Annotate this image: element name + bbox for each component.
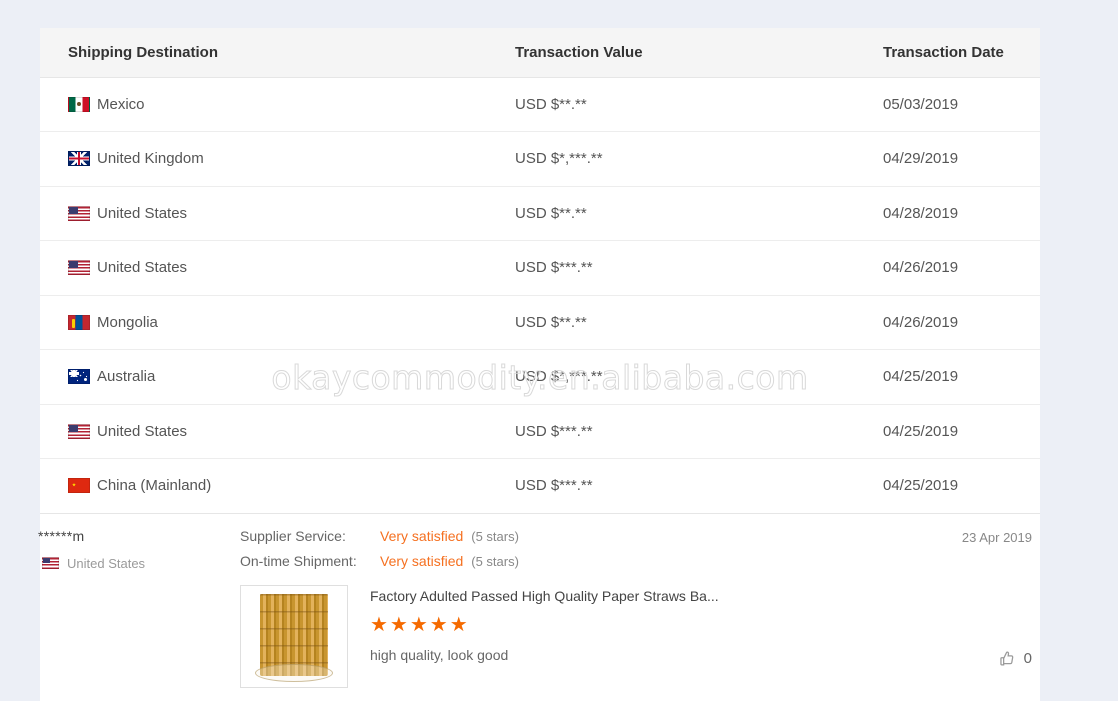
table-body: Mexico USD $**.** 05/03/2019 United Kingdom… [40,77,1040,514]
rating-row: On-time Shipment: Very satisfied (5 stars) [240,553,910,569]
transaction-history-table: Shipping Destination Transaction Value T… [40,28,1040,514]
cell-shipping-destination: United States [40,240,477,296]
reviewer-panel: ******m United States [38,527,240,688]
rating-row: Supplier Service: Very satisfied (5 stars) [240,528,910,544]
table-row: Australia USD $*,***.** 04/25/2019 [40,349,1040,405]
us-flag-icon [68,260,90,276]
thumbs-up-icon[interactable] [997,649,1016,668]
product-details: Factory Adulted Passed High Quality Pape… [370,585,910,688]
rating-list: Supplier Service: Very satisfied (5 stars)… [240,528,910,569]
cell-transaction-date: 04/25/2019 [879,349,1040,405]
product-title-link[interactable]: Factory Adulted Passed High Quality Pape… [370,587,910,605]
cell-shipping-destination: United Kingdom [40,131,477,187]
mx-flag-icon [68,96,90,112]
rating-value: Very satisfied [380,527,464,544]
destination-label: Mongolia [97,313,158,331]
review-date: 23 Apr 2019 [961,529,1032,545]
page-root: Shipping Destination Transaction Value T… [0,0,1118,701]
table-row: United States USD $***.** 04/25/2019 [40,404,1040,459]
table-header: Shipping Destination Transaction Value T… [40,28,1040,78]
cell-transaction-value: USD $***.** [477,458,879,514]
product-thumbnail[interactable] [240,584,348,688]
destination-label: United Kingdom [97,150,204,168]
reviewer-country-label: United States [67,555,146,571]
table-row: United Kingdom USD $*,***.** 04/29/2019 [40,131,1040,187]
destination-label: United States [97,422,188,440]
cell-shipping-destination: China (Mainland) [40,458,477,514]
review-comment: high quality, look good [370,646,509,663]
rating-note: (5 stars) [471,553,519,569]
column-header-transaction-date: Transaction Date [879,28,1040,78]
like-count: 0 [1023,649,1032,667]
table-row: Mongolia USD $**.** 04/26/2019 [40,295,1040,350]
rating-note: (5 stars) [471,528,519,544]
cell-transaction-date: 04/25/2019 [879,404,1040,459]
cell-transaction-date: 04/25/2019 [879,458,1040,514]
rating-label: On-time Shipment: [240,552,357,569]
column-header-shipping-destination: Shipping Destination [40,28,477,78]
us-flag-icon [42,557,59,569]
review-like-control[interactable]: 0 [997,649,1032,668]
cell-transaction-date: 04/26/2019 [879,295,1040,350]
reviewer-country: United States [42,556,240,571]
cell-shipping-destination: Mongolia [40,295,477,350]
paper-straws-image [255,593,333,682]
destination-label: United States [97,259,188,277]
mn-flag-icon [68,314,90,330]
cell-transaction-value: USD $**.** [477,186,879,241]
table-header-row: Shipping Destination Transaction Value T… [40,28,1040,78]
cell-transaction-date: 04/29/2019 [879,131,1040,187]
destination-label: Australia [97,368,156,386]
cell-shipping-destination: Australia [40,349,477,405]
us-flag-icon [68,423,90,439]
cell-transaction-value: USD $**.** [477,77,879,132]
transactions-card: Shipping Destination Transaction Value T… [38,28,1040,701]
cell-shipping-destination: United States [40,186,477,241]
table-row: United States USD $**.** 04/28/2019 [40,186,1040,241]
cell-transaction-value: USD $*,***.** [477,131,879,187]
review-content: Supplier Service: Very satisfied (5 stars)… [240,528,920,688]
cell-transaction-date: 04/26/2019 [879,240,1040,296]
cell-transaction-date: 05/03/2019 [879,77,1040,132]
au-flag-icon [68,369,90,385]
customer-review: ******m United States Supplier Service: V… [38,514,1040,688]
rating-label: Supplier Service: [240,527,346,544]
table-row: United States USD $***.** 04/26/2019 [40,240,1040,296]
reviewed-product: Factory Adulted Passed High Quality Pape… [240,584,910,688]
destination-label: United States [97,204,188,222]
cell-transaction-date: 04/28/2019 [879,186,1040,241]
cell-transaction-value: USD $***.** [477,240,879,296]
review-star-rating: ★★★★★ [370,613,470,636]
destination-label: Mexico [97,95,145,113]
cell-transaction-value: USD $***.** [477,404,879,459]
rating-value: Very satisfied [380,552,464,569]
review-meta: 23 Apr 2019 0 [920,528,1040,688]
destination-label: China (Mainland) [97,477,212,495]
cell-transaction-value: USD $**.** [477,295,879,350]
cell-shipping-destination: United States [40,404,477,459]
table-row: China (Mainland) USD $***.** 04/25/2019 [40,458,1040,514]
table-row: Mexico USD $**.** 05/03/2019 [40,77,1040,132]
cn-flag-icon [68,478,90,494]
gb-flag-icon [68,151,90,167]
column-header-transaction-value: Transaction Value [477,28,879,78]
cell-transaction-value: USD $*,***.** [477,349,879,405]
cell-shipping-destination: Mexico [40,77,477,132]
us-flag-icon [68,205,90,221]
reviewer-name: ******m [38,527,85,544]
